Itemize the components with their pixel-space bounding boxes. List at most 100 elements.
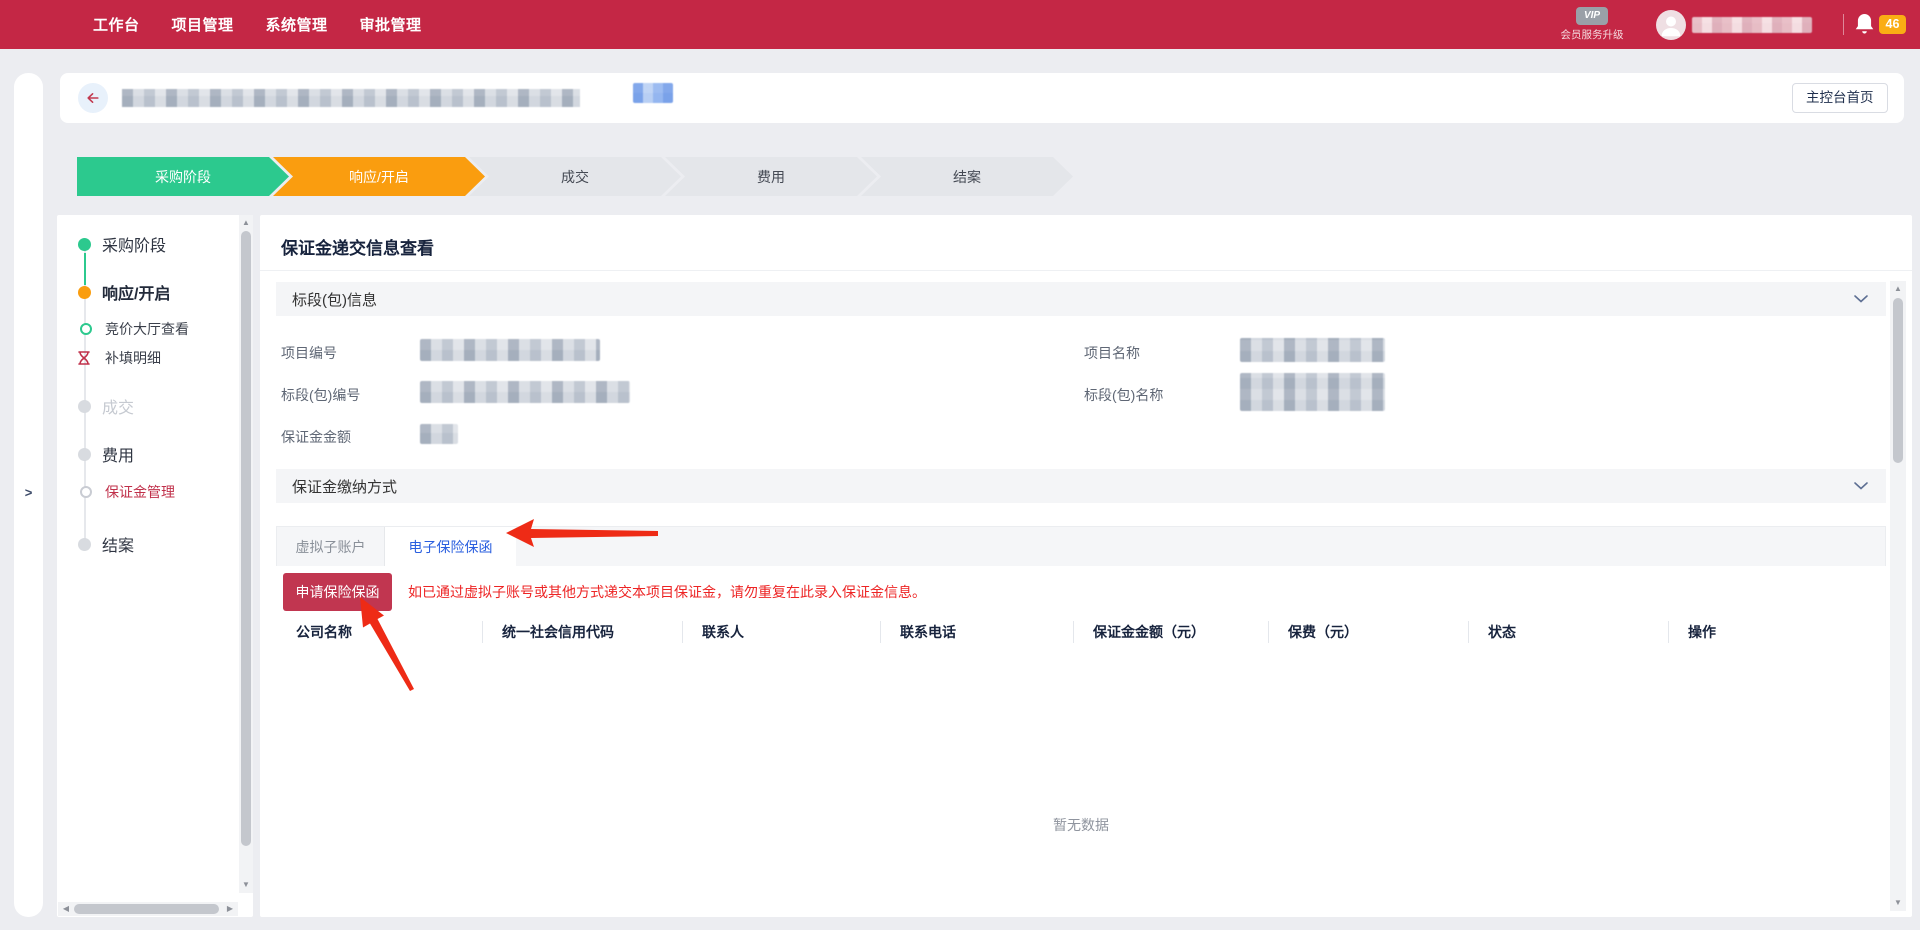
section-title: 保证金缴纳方式	[292, 476, 397, 497]
status-chip-redacted	[633, 83, 673, 103]
nav-item-approval-management[interactable]: 审批管理	[360, 14, 422, 35]
notification-bell-icon[interactable]	[1854, 13, 1875, 36]
sidebar-item-deal[interactable]: 成交	[57, 395, 237, 417]
nav-menu: 工作台 项目管理 系统管理 审批管理	[93, 0, 422, 49]
section-header-deposit-payment-method[interactable]: 保证金缴纳方式	[276, 469, 1886, 503]
gray-dot-icon	[78, 448, 91, 461]
field-value-redacted	[420, 339, 600, 361]
step-deal: 成交	[469, 157, 681, 196]
sidebar-item-response-open[interactable]: 响应/开启	[57, 281, 237, 303]
section-header-lot-info[interactable]: 标段(包)信息	[276, 282, 1886, 316]
field-value-redacted	[1240, 373, 1385, 411]
collapsed-side-rail: >	[14, 73, 43, 917]
vip-caption: 会员服务升级	[1552, 27, 1632, 42]
col-company-name: 公司名称	[276, 616, 482, 648]
scroll-left-icon[interactable]: ◀	[59, 902, 73, 916]
process-steps: 采购阶段 响应/开启 成交 费用 结案	[77, 157, 1073, 196]
col-premium-yuan: 保费（元）	[1268, 616, 1468, 648]
field-label-deposit-amount: 保证金金额	[281, 427, 351, 447]
scroll-up-icon[interactable]: ▲	[1891, 282, 1905, 296]
scroll-up-icon[interactable]: ▲	[239, 216, 253, 230]
empty-table-message: 暂无数据	[276, 815, 1886, 835]
col-deposit-amount-yuan: 保证金金额（元）	[1073, 616, 1268, 648]
sidebar-item-label: 补填明细	[105, 348, 161, 368]
field-label-lot-no: 标段(包)编号	[281, 385, 360, 405]
user-avatar[interactable]	[1656, 10, 1686, 40]
sidebar-item-label: 费用	[102, 442, 134, 466]
sidebar-item-procurement-stage[interactable]: 采购阶段	[57, 233, 237, 255]
main-panel: 保证金递交信息查看 标段(包)信息 项目编号 项目名称 标段(包)编号 标段(包…	[260, 215, 1912, 917]
field-label-project-name: 项目名称	[1084, 343, 1140, 363]
col-actions: 操作	[1668, 616, 1886, 648]
divider	[260, 270, 1912, 271]
nav-item-workbench[interactable]: 工作台	[93, 14, 140, 35]
col-contact-person: 联系人	[682, 616, 880, 648]
duplicate-deposit-warning: 如已通过虚拟子账号或其他方式递交本项目保证金，请勿重复在此录入保证金信息。	[408, 582, 926, 602]
gray-ring-icon	[80, 486, 92, 498]
breadcrumb-bar: 主控台首页	[60, 73, 1904, 123]
page: 工作台 项目管理 系统管理 审批管理 VIP 会员服务升级 46	[0, 0, 1920, 930]
step-procurement-stage: 采购阶段	[77, 157, 289, 196]
sidebar-item-closing[interactable]: 结案	[57, 533, 237, 555]
gray-dot-icon	[78, 400, 91, 413]
field-label-project-no: 项目编号	[281, 343, 337, 363]
guarantee-table-header: 公司名称 统一社会信用代码 联系人 联系电话 保证金金额（元） 保费（元） 状态…	[276, 616, 1886, 648]
username-redacted	[1692, 17, 1812, 33]
hourglass-icon	[78, 351, 90, 370]
vip-icon: VIP	[1576, 7, 1608, 25]
green-dot-icon	[78, 238, 91, 251]
col-contact-phone: 联系电话	[880, 616, 1073, 648]
sidebar-item-fees[interactable]: 费用	[57, 443, 237, 465]
nav-item-project-management[interactable]: 项目管理	[172, 14, 234, 35]
page-title-redacted	[122, 89, 580, 107]
notification-count-badge: 46	[1879, 15, 1906, 34]
page-title: 保证金递交信息查看	[281, 237, 434, 261]
console-home-button[interactable]: 主控台首页	[1792, 83, 1888, 113]
scroll-down-icon[interactable]: ▼	[1891, 896, 1905, 910]
tab-virtual-sub-account[interactable]: 虚拟子账户	[277, 527, 385, 566]
tab-electronic-insurance-guarantee[interactable]: 电子保险保函	[385, 527, 516, 566]
nav-divider	[1843, 14, 1844, 35]
field-value-redacted	[420, 381, 630, 403]
sidebar-item-label: 采购阶段	[102, 232, 166, 256]
chevron-down-icon[interactable]	[1854, 482, 1868, 490]
sidebar-item-label: 响应/开启	[102, 280, 170, 304]
back-button[interactable]	[78, 83, 108, 113]
sidebar-item-label: 结案	[102, 532, 134, 556]
col-unified-social-credit-code: 统一社会信用代码	[482, 616, 682, 648]
field-value-redacted	[1240, 338, 1385, 362]
step-fees: 费用	[665, 157, 877, 196]
expand-panel-chevron-icon[interactable]: >	[14, 481, 43, 505]
green-ring-icon	[80, 323, 92, 335]
sidebar-vertical-scrollbar[interactable]: ▲ ▼	[239, 215, 253, 893]
field-value-redacted	[420, 424, 458, 444]
scroll-down-icon[interactable]: ▼	[239, 878, 253, 892]
scrollbar-thumb[interactable]	[1893, 298, 1903, 463]
col-status: 状态	[1468, 616, 1668, 648]
scrollbar-thumb[interactable]	[241, 231, 251, 846]
sidebar-timeline: 采购阶段 响应/开启 竞价大厅查看 补填明细 成交 费用	[57, 215, 253, 917]
sidebar-item-deposit-management[interactable]: 保证金管理	[57, 481, 237, 503]
scroll-right-icon[interactable]: ▶	[223, 902, 237, 916]
chevron-down-icon[interactable]	[1854, 295, 1868, 303]
step-response-open: 响应/开启	[273, 157, 485, 196]
main-vertical-scrollbar[interactable]: ▲ ▼	[1890, 281, 1906, 911]
sidebar-item-label: 竞价大厅查看	[105, 319, 189, 339]
nav-item-system-management[interactable]: 系统管理	[266, 14, 328, 35]
orange-dot-icon	[78, 286, 91, 299]
payment-method-tabs: 虚拟子账户 电子保险保函	[276, 526, 1886, 566]
sidebar-item-label: 保证金管理	[105, 482, 175, 502]
apply-insurance-guarantee-button[interactable]: 申请保险保函	[283, 573, 392, 611]
scrollbar-thumb[interactable]	[74, 904, 219, 914]
person-icon	[1656, 10, 1686, 40]
section-title: 标段(包)信息	[292, 289, 377, 310]
gray-dot-icon	[78, 538, 91, 551]
sidebar-horizontal-scrollbar[interactable]: ◀ ▶	[58, 902, 238, 916]
sidebar-item-supplement-details[interactable]: 补填明细	[57, 347, 237, 369]
sidebar-item-bidding-hall-view[interactable]: 竞价大厅查看	[57, 318, 237, 340]
vip-upgrade[interactable]: VIP 会员服务升级	[1552, 5, 1632, 42]
field-label-lot-name: 标段(包)名称	[1084, 385, 1163, 405]
sidebar-item-label: 成交	[102, 394, 134, 418]
step-closing: 结案	[861, 157, 1073, 196]
back-arrow-icon	[85, 90, 101, 106]
